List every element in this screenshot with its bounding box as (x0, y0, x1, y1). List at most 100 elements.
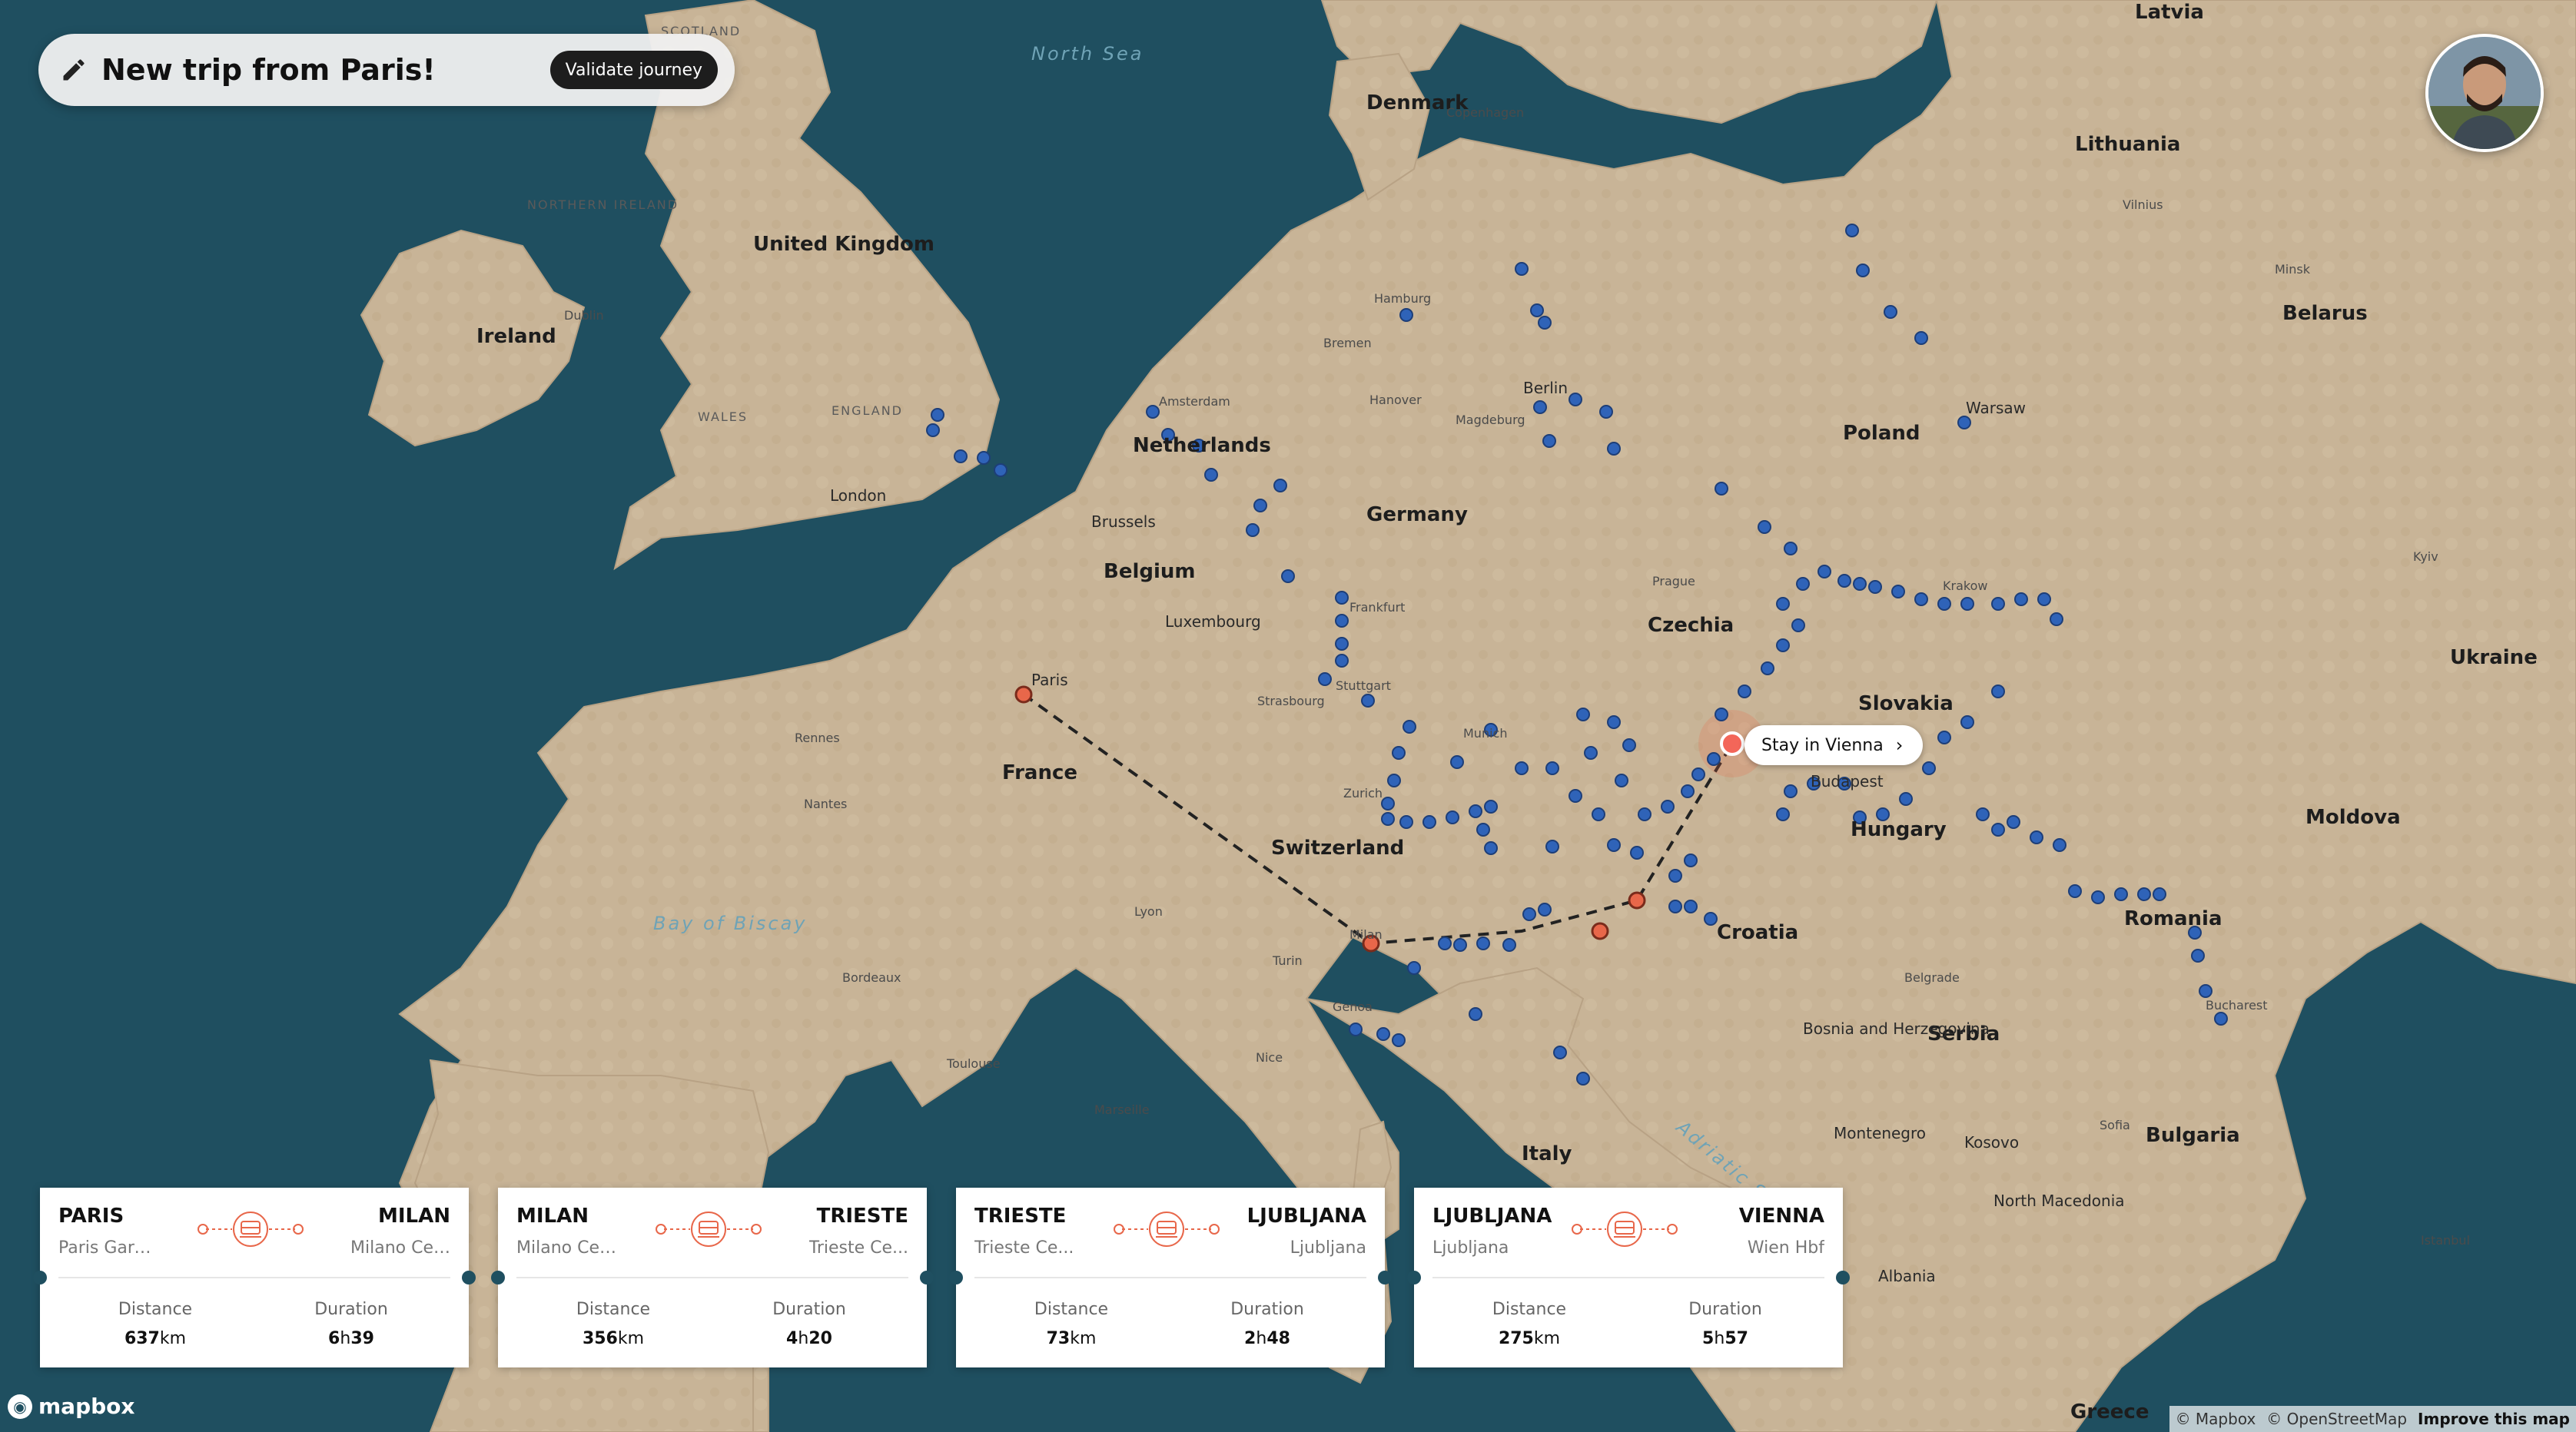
svg-text:Lithuania: Lithuania (2075, 133, 2180, 156)
svg-text:Krakow: Krakow (1943, 578, 1987, 593)
avatar-portrait (2428, 37, 2541, 149)
leg-from-station: Paris Gare... (58, 1238, 158, 1258)
mapbox-icon: ◉ (8, 1394, 32, 1419)
svg-text:Moldova: Moldova (2305, 806, 2401, 829)
map-app: Ireland United Kingdom France Belgium Ne… (0, 0, 2576, 1432)
leg-from-station: Ljubljana (1432, 1238, 1509, 1258)
svg-text:Lyon: Lyon (1134, 904, 1163, 919)
stop-ljubljana (1628, 891, 1646, 910)
svg-text:Germany: Germany (1366, 503, 1468, 526)
chevron-right-icon: › (1895, 734, 1904, 756)
card-notch-right (1378, 1271, 1392, 1284)
validate-journey-button[interactable]: Validate journey (549, 51, 718, 89)
svg-text:Hamburg: Hamburg (1374, 291, 1431, 306)
svg-text:Stuttgart: Stuttgart (1336, 678, 1391, 693)
duration-label: Duration (314, 1300, 388, 1319)
svg-text:Belarus: Belarus (2282, 302, 2368, 325)
card-notch-right (920, 1271, 934, 1284)
svg-text:Bulgaria: Bulgaria (2146, 1124, 2240, 1147)
svg-text:Belgium: Belgium (1104, 560, 1196, 583)
duration-value: 6h39 (328, 1329, 374, 1348)
svg-text:Greece: Greece (2070, 1401, 2149, 1424)
trip-title-bar[interactable]: New trip from Paris! Validate journey (38, 34, 735, 106)
card-notch-left (491, 1271, 505, 1284)
card-notch-left (1407, 1271, 1421, 1284)
svg-text:Romania: Romania (2124, 907, 2222, 930)
svg-text:ENGLAND: ENGLAND (832, 403, 903, 418)
user-avatar[interactable] (2425, 34, 2544, 152)
train-icon (656, 1212, 762, 1247)
attrib-osm-link[interactable]: © OpenStreetMap (2266, 1410, 2407, 1428)
card-notch-left (33, 1271, 47, 1284)
attrib-mapbox-link[interactable]: © Mapbox (2176, 1410, 2256, 1428)
svg-text:NORTHERN IRELAND: NORTHERN IRELAND (527, 197, 679, 212)
stop-trieste (1591, 922, 1609, 940)
leg-to-city: LJUBLJANA (1247, 1205, 1366, 1228)
svg-text:Prague: Prague (1652, 574, 1695, 588)
svg-text:Munich: Munich (1463, 726, 1507, 741)
svg-text:Netherlands: Netherlands (1133, 434, 1271, 457)
duration-label: Duration (1688, 1300, 1762, 1319)
mapbox-wordmark: mapbox (38, 1394, 135, 1419)
distance-label: Distance (576, 1300, 651, 1319)
svg-text:Copenhagen: Copenhagen (1446, 105, 1524, 120)
svg-text:France: France (1002, 761, 1077, 784)
svg-text:Ireland: Ireland (476, 325, 556, 348)
svg-text:Poland: Poland (1843, 422, 1920, 445)
leg-to-city: VIENNA (1738, 1205, 1824, 1228)
svg-text:Istanbul: Istanbul (2421, 1233, 2470, 1248)
svg-text:Turin: Turin (1272, 953, 1303, 968)
distance-value: 275km (1498, 1329, 1561, 1348)
leg-from-city: PARIS (58, 1205, 124, 1228)
distance-value: 637km (124, 1329, 187, 1348)
card-divider (58, 1277, 450, 1278)
svg-text:Kyiv: Kyiv (2413, 549, 2438, 564)
svg-text:Vilnius: Vilnius (2123, 197, 2163, 212)
svg-text:Montenegro: Montenegro (1834, 1124, 1926, 1142)
svg-text:North Macedonia: North Macedonia (1993, 1192, 2125, 1210)
svg-text:Warsaw: Warsaw (1966, 399, 2026, 417)
leg-card[interactable]: LJUBLJANA Ljubljana VIENNA Wien Hbf Dist… (1407, 1188, 1850, 1367)
distance-label: Distance (118, 1300, 193, 1319)
svg-text:Strasbourg: Strasbourg (1257, 694, 1325, 708)
distance-value: 356km (582, 1329, 645, 1348)
mapbox-logo[interactable]: ◉ mapbox (8, 1394, 134, 1419)
svg-text:Dublin: Dublin (564, 308, 604, 323)
stay-in-vienna-pill[interactable]: Stay in Vienna › (1744, 725, 1924, 765)
duration-value: 4h20 (786, 1329, 832, 1348)
trip-title[interactable]: New trip from Paris! (101, 53, 436, 87)
svg-text:WALES: WALES (698, 409, 748, 424)
svg-text:Brussels: Brussels (1091, 512, 1156, 531)
leg-card[interactable]: TRIESTE Trieste Ce... LJUBLJANA Ljubljan… (949, 1188, 1392, 1367)
svg-text:Milan: Milan (1349, 927, 1383, 942)
leg-card[interactable]: PARIS Paris Gare... MILAN Milano Cen... … (33, 1188, 476, 1367)
svg-text:Toulouse: Toulouse (946, 1056, 1001, 1071)
pencil-icon[interactable] (60, 56, 88, 84)
trip-legs: PARIS Paris Gare... MILAN Milano Cen... … (33, 1188, 1850, 1367)
duration-label: Duration (1230, 1300, 1304, 1319)
svg-text:Kosovo: Kosovo (1964, 1133, 2019, 1152)
stay-label: Stay in Vienna (1761, 735, 1884, 755)
svg-text:Bordeaux: Bordeaux (842, 970, 901, 985)
svg-text:North Sea: North Sea (1031, 43, 1144, 65)
svg-text:Zurich: Zurich (1343, 786, 1383, 801)
card-divider (974, 1277, 1366, 1278)
stop-paris (1014, 685, 1033, 704)
svg-text:United Kingdom: United Kingdom (753, 233, 934, 256)
leg-from-city: TRIESTE (974, 1205, 1067, 1228)
leg-to-station: Trieste Ce... (808, 1238, 908, 1258)
svg-text:Nantes: Nantes (804, 797, 847, 811)
svg-text:Croatia: Croatia (1717, 921, 1798, 944)
svg-text:Czechia: Czechia (1648, 614, 1734, 637)
svg-text:Belgrade: Belgrade (1904, 970, 1960, 985)
leg-to-station: Wien Hbf (1747, 1238, 1824, 1258)
distance-label: Distance (1492, 1300, 1567, 1319)
svg-text:Slovakia: Slovakia (1858, 692, 1954, 715)
svg-text:Budapest: Budapest (1811, 772, 1884, 791)
leg-card[interactable]: MILAN Milano Cen... TRIESTE Trieste Ce..… (491, 1188, 934, 1367)
svg-text:Albania: Albania (1878, 1267, 1936, 1285)
leg-from-station: Trieste Ce... (974, 1238, 1074, 1258)
svg-text:Paris: Paris (1031, 671, 1068, 689)
improve-map-link[interactable]: Improve this map (2418, 1410, 2570, 1428)
card-notch-left (949, 1271, 963, 1284)
